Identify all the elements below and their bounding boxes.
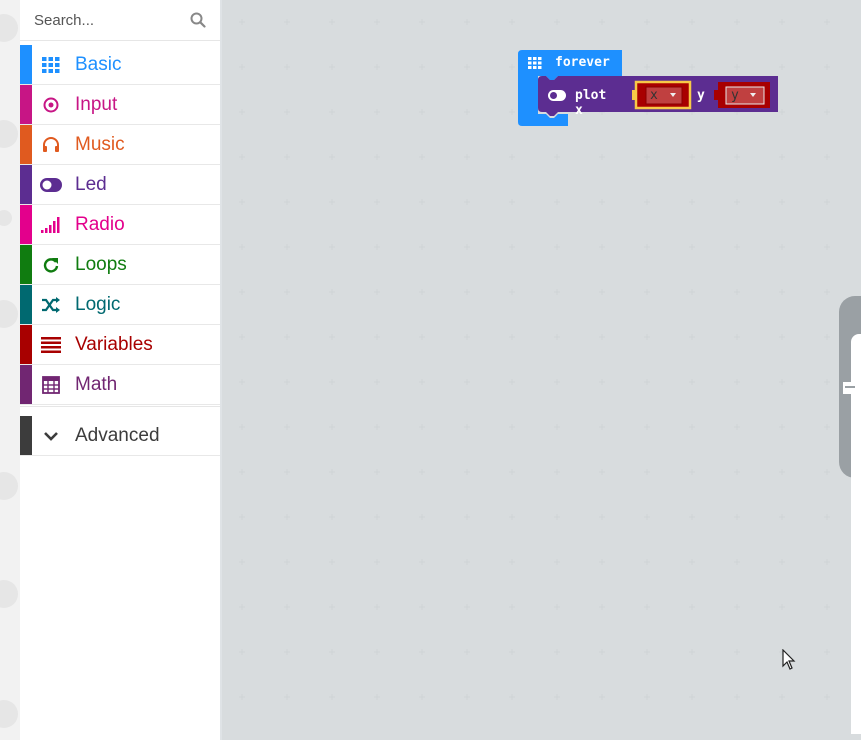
forever-label: forever: [555, 55, 610, 70]
category-basic[interactable]: Basic: [20, 45, 220, 85]
list-icon: [40, 335, 62, 355]
category-label: Music: [75, 134, 125, 155]
chevron-down-icon: [40, 426, 62, 446]
blocks-workspace[interactable]: forever plot x x y y: [222, 0, 861, 740]
refresh-icon: [40, 255, 62, 275]
plot-y-label: y: [697, 88, 705, 103]
left-decor-strip: [0, 0, 20, 740]
y-variable-dropdown[interactable]: y: [731, 88, 739, 103]
category-label: Basic: [75, 54, 122, 75]
toolbox: Basic Input Music: [20, 0, 222, 740]
search-bar: [20, 0, 220, 41]
search-icon[interactable]: [190, 12, 206, 28]
category-math[interactable]: Math: [20, 365, 220, 405]
category-label: Math: [75, 374, 118, 395]
category-label: Advanced: [75, 425, 160, 446]
category-led[interactable]: Led: [20, 165, 220, 205]
category-label: Radio: [75, 214, 125, 235]
category-label: Logic: [75, 294, 121, 315]
headphones-icon: [40, 135, 62, 155]
divider: [20, 406, 220, 411]
search-input[interactable]: [34, 10, 184, 30]
target-icon: [40, 95, 62, 115]
signal-bars-icon: [40, 215, 62, 235]
toggle-icon: [40, 175, 62, 195]
category-label: Variables: [75, 334, 153, 355]
plot-label: plot x: [575, 88, 607, 118]
category-label: Loops: [75, 254, 127, 275]
category-label: Led: [75, 174, 107, 195]
simulator-panel-edge[interactable]: [839, 296, 861, 734]
category-label: Input: [75, 94, 118, 115]
calculator-icon: [40, 375, 62, 395]
edit-icon[interactable]: [841, 378, 855, 398]
x-variable-dropdown[interactable]: x: [650, 88, 658, 103]
category-variables[interactable]: Variables: [20, 325, 220, 365]
category-radio[interactable]: Radio: [20, 205, 220, 245]
grid-icon: [40, 55, 62, 75]
category-advanced[interactable]: Advanced: [20, 416, 220, 456]
shuffle-icon: [40, 295, 62, 315]
category-music[interactable]: Music: [20, 125, 220, 165]
mouse-cursor-icon: [782, 649, 796, 670]
category-logic[interactable]: Logic: [20, 285, 220, 325]
category-loops[interactable]: Loops: [20, 245, 220, 285]
category-input[interactable]: Input: [20, 85, 220, 125]
